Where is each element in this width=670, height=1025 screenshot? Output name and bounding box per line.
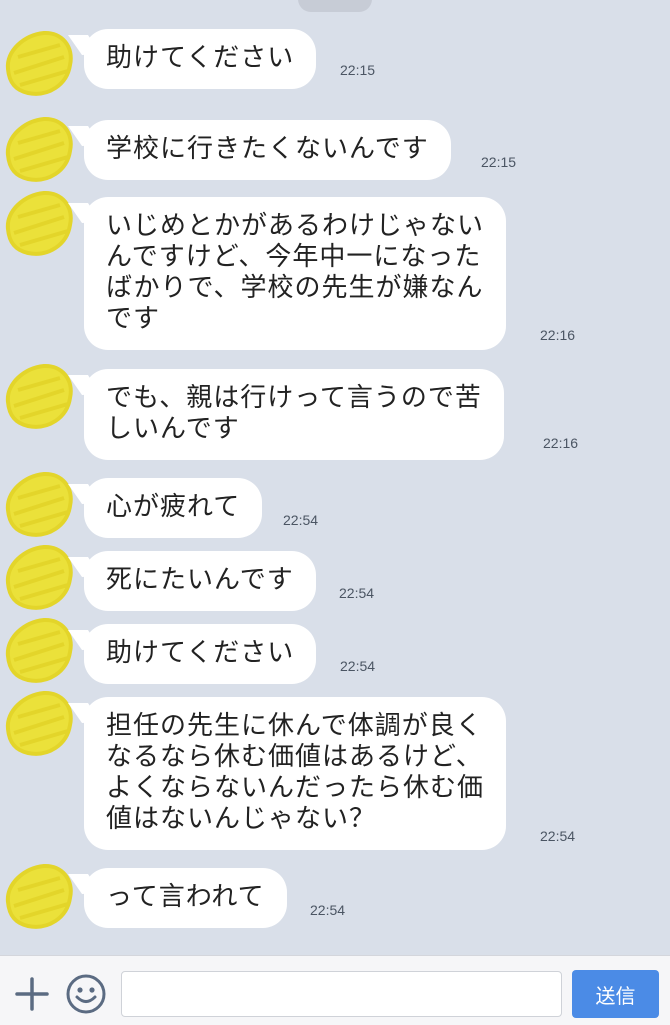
message-line: よくならないんだったら休む価	[106, 773, 485, 803]
message-line: いじめとかがあるわけじゃない	[106, 211, 485, 241]
message-input[interactable]	[121, 971, 562, 1017]
avatar[interactable]	[2, 468, 76, 542]
message-line: ばかりで、学校の先生が嫌なん	[106, 273, 484, 303]
message-line: 助けてください	[106, 638, 295, 668]
avatar[interactable]	[2, 687, 76, 761]
avatar[interactable]	[2, 113, 76, 187]
message-time: 22:15	[481, 154, 517, 170]
message-bubble: って言われて	[84, 868, 287, 928]
message-time: 22:16	[543, 435, 579, 451]
message-line: 助けてください	[106, 43, 295, 73]
avatar[interactable]	[2, 27, 76, 101]
message-line: です	[106, 304, 161, 334]
message-line: 値はないんじゃない？	[106, 804, 377, 834]
avatar[interactable]	[2, 541, 76, 615]
input-bar: 送信	[0, 955, 670, 1025]
message-line: なるなら休む価値はあるけど、	[106, 742, 483, 772]
smile-icon[interactable]	[65, 973, 107, 1015]
message-bubble: いじめとかがあるわけじゃない んですけど、今年中一になった ばかりで、学校の先生…	[84, 197, 507, 350]
message-time: 22:54	[283, 512, 319, 528]
message-time: 22:54	[540, 828, 576, 844]
message-line: しいんです	[106, 414, 240, 444]
message-line: って言われて	[106, 882, 265, 912]
message-bubble: 学校に行きたくないんです	[84, 120, 451, 180]
date-tab	[298, 0, 372, 12]
message-bubble: 助けてください	[84, 29, 317, 89]
message-time: 22:54	[310, 902, 346, 918]
message-line: 心が疲れて	[106, 492, 241, 522]
message-time: 22:16	[540, 327, 576, 343]
plus-icon[interactable]	[14, 976, 50, 1012]
message-line: 死にたいんです	[106, 565, 294, 595]
avatar[interactable]	[2, 187, 76, 261]
avatar[interactable]	[2, 614, 76, 688]
message-bubble: でも、親は行けって言うので苦 しいんです	[84, 369, 504, 460]
message-line: でも、親は行けって言うので苦	[106, 383, 482, 413]
message-line: 担任の先生に休んで体調が良く	[106, 711, 483, 741]
message-bubble: 心が疲れて	[84, 478, 263, 538]
message-bubble: 担任の先生に休んで体調が良く なるなら休む価値はあるけど、 よくならないんだった…	[84, 697, 507, 850]
message-bubble: 助けてください	[84, 624, 317, 684]
send-button[interactable]: 送信	[572, 970, 659, 1018]
avatar[interactable]	[2, 860, 76, 934]
message-time: 22:54	[339, 585, 375, 601]
message-time: 22:54	[340, 658, 376, 674]
message-line: んですけど、今年中一になった	[106, 242, 482, 272]
avatar[interactable]	[2, 360, 76, 434]
message-line: 学校に行きたくないんです	[106, 134, 429, 164]
chat-area[interactable]: 助けてください 22:15 学校に行きたくないんです 22:15 いじめとかがあ…	[0, 0, 670, 955]
message-bubble: 死にたいんです	[84, 551, 316, 611]
message-time: 22:15	[340, 62, 376, 78]
